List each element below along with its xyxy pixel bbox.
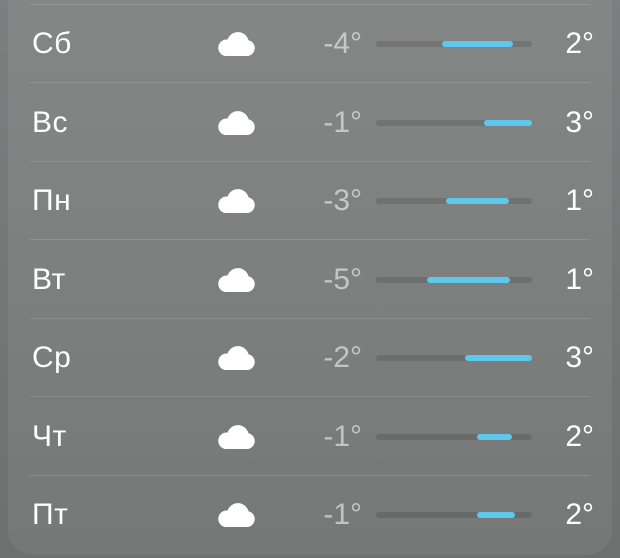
low-temperature: -5° bbox=[323, 262, 362, 296]
temperature-range-bar bbox=[477, 433, 512, 440]
temperature-range-track bbox=[376, 276, 532, 283]
temperature-range-bar bbox=[441, 41, 514, 47]
day-label: Пт bbox=[32, 498, 69, 531]
high-temperature: 3° bbox=[565, 105, 594, 139]
temperature-range-track bbox=[376, 198, 532, 204]
temperature-range-track bbox=[376, 433, 532, 440]
temperature-range-bar bbox=[427, 276, 511, 283]
low-temperature: -1° bbox=[323, 419, 362, 453]
low-temperature: -4° bbox=[323, 27, 362, 60]
forecast-row[interactable]: Пт -1° 2° bbox=[0, 476, 620, 554]
cloud-icon bbox=[216, 31, 256, 57]
high-temperature: 3° bbox=[565, 341, 594, 374]
day-label: Ср bbox=[32, 341, 72, 374]
weather-forecast-screen: Сб -4° 2° Вс -1° 3° Пн -3° 1° Вт -5° 1° Ср -2° 3° Чт -1°… bbox=[0, 0, 620, 558]
cloud-icon bbox=[216, 424, 256, 450]
low-temperature: -1° bbox=[323, 105, 362, 139]
cloud-icon bbox=[216, 188, 256, 214]
temperature-range-track bbox=[376, 355, 532, 361]
cloud-icon bbox=[216, 110, 256, 136]
cloud-icon bbox=[216, 267, 256, 293]
day-label: Пн bbox=[32, 184, 72, 217]
high-temperature: 1° bbox=[565, 262, 594, 296]
high-temperature: 2° bbox=[565, 27, 594, 60]
high-temperature: 1° bbox=[565, 184, 594, 217]
high-temperature: 2° bbox=[565, 498, 594, 531]
temperature-range-track bbox=[376, 119, 532, 126]
day-label: Вт bbox=[32, 262, 66, 296]
day-label: Чт bbox=[32, 419, 67, 453]
forecast-row[interactable]: Пн -3° 1° bbox=[0, 162, 620, 240]
forecast-row[interactable]: Вс -1° 3° bbox=[0, 84, 620, 162]
low-temperature: -2° bbox=[323, 341, 362, 374]
temperature-range-bar bbox=[477, 512, 515, 518]
low-temperature: -3° bbox=[323, 184, 362, 217]
low-temperature: -1° bbox=[323, 498, 362, 531]
forecast-row[interactable]: Чт -1° 2° bbox=[0, 398, 620, 476]
temperature-range-track bbox=[376, 512, 532, 518]
temperature-range-bar bbox=[464, 355, 532, 361]
temperature-range-bar bbox=[446, 198, 509, 204]
cloud-icon bbox=[216, 502, 256, 528]
forecast-row[interactable]: Вт -5° 1° bbox=[0, 241, 620, 319]
cloud-icon bbox=[216, 345, 256, 371]
day-label: Вс bbox=[32, 105, 69, 139]
temperature-range-track bbox=[376, 41, 532, 47]
temperature-range-bar bbox=[483, 119, 532, 126]
forecast-row[interactable]: Ср -2° 3° bbox=[0, 319, 620, 397]
forecast-row[interactable]: Сб -4° 2° bbox=[0, 5, 620, 83]
day-label: Сб bbox=[32, 27, 72, 60]
high-temperature: 2° bbox=[565, 419, 594, 453]
